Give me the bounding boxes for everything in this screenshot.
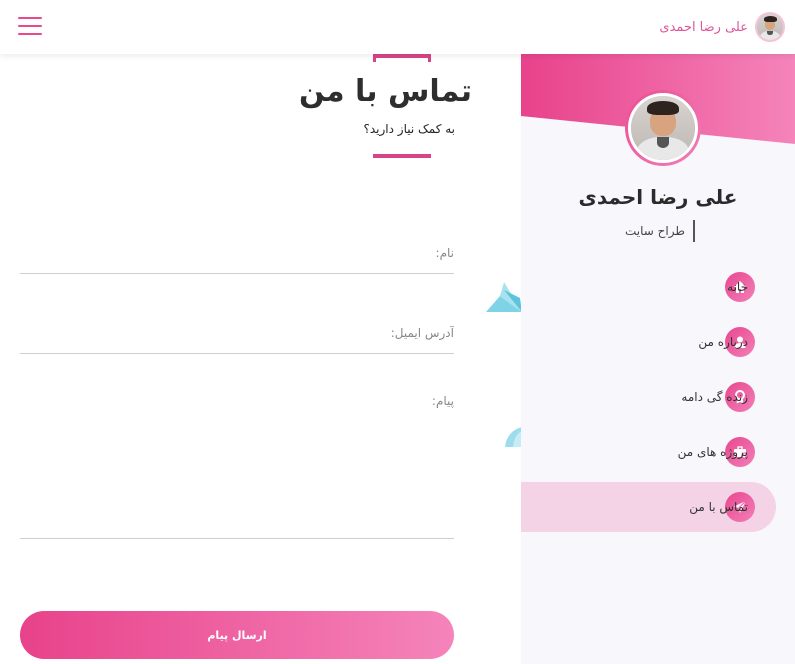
name-field-wrapper bbox=[20, 232, 454, 274]
page-subtitle: به کمک نیاز دارید؟ bbox=[363, 122, 456, 136]
message-field-wrapper bbox=[20, 390, 454, 539]
sidebar-item-about[interactable]: درباره من bbox=[521, 317, 795, 367]
name-input[interactable] bbox=[20, 232, 454, 273]
dome-decoration bbox=[505, 427, 522, 447]
send-message-button[interactable]: ارسال پیام bbox=[20, 611, 454, 659]
sidebar-item-label: زنده گی دامه bbox=[681, 390, 748, 404]
sidebar-item-label: تماس با من bbox=[689, 500, 748, 514]
avatar bbox=[755, 12, 785, 42]
page-title: تماس با من bbox=[298, 74, 472, 109]
profile-name: علی رضا احمدی bbox=[578, 185, 738, 209]
sidebar-item-projects[interactable]: پروژه های من bbox=[521, 427, 795, 477]
sidebar: علی رضا احمدی طراح سایت خانه درباره من ز… bbox=[521, 54, 795, 664]
paper-plane-decoration bbox=[486, 282, 522, 312]
contact-section: تماس با من به کمک نیاز دارید؟ ارسال پیام bbox=[0, 54, 522, 664]
message-textarea[interactable] bbox=[20, 390, 454, 538]
profile-avatar bbox=[625, 90, 701, 166]
top-user-name: علی رضا احمدی bbox=[659, 19, 748, 35]
sidebar-item-label: پروژه های من bbox=[677, 445, 748, 459]
menu-icon[interactable] bbox=[18, 17, 42, 36]
profile-role: طراح سایت bbox=[625, 220, 695, 242]
sidebar-item-label: درباره من bbox=[698, 335, 748, 349]
email-field-wrapper bbox=[20, 312, 454, 354]
profile-photo bbox=[628, 93, 698, 163]
sidebar-item-label: خانه bbox=[727, 280, 748, 294]
top-bar: علی رضا احمدی bbox=[0, 0, 795, 54]
sidebar-item-home[interactable]: خانه bbox=[521, 262, 795, 312]
sidebar-item-resume[interactable]: زنده گی دامه bbox=[521, 372, 795, 422]
email-input[interactable] bbox=[20, 312, 454, 353]
top-user[interactable]: علی رضا احمدی bbox=[659, 12, 785, 42]
sidebar-nav: خانه درباره من زنده گی دامه پروژه های من… bbox=[521, 262, 795, 537]
sidebar-item-contact[interactable]: تماس با من bbox=[521, 482, 776, 532]
